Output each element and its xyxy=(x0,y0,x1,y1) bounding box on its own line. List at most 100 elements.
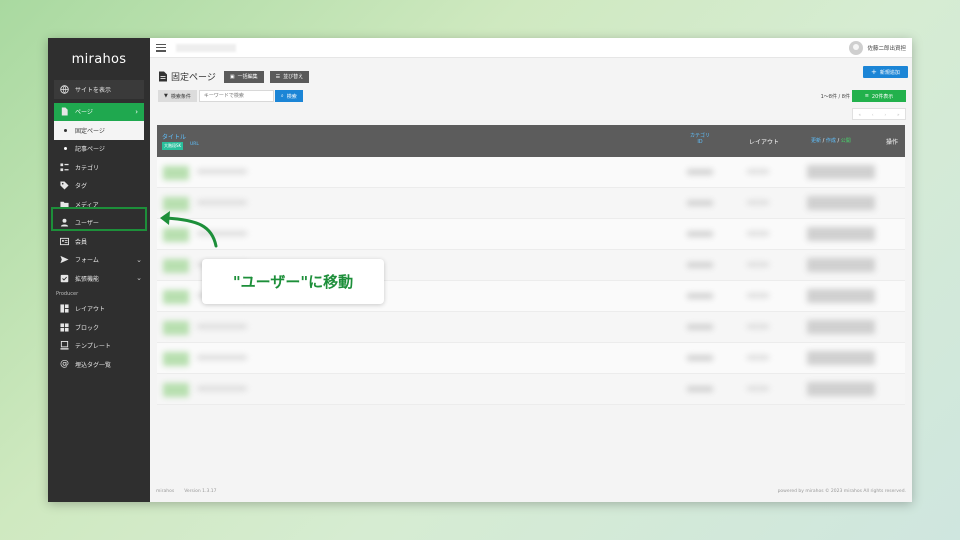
result-count: 1～8件 / 8件 xyxy=(820,94,850,100)
bullet-icon xyxy=(64,128,67,132)
search-button[interactable]: ⌕ 検索 xyxy=(274,90,303,102)
extension-icon xyxy=(60,274,69,283)
pager-last[interactable]: » xyxy=(897,112,899,117)
search-input[interactable] xyxy=(198,90,274,102)
cell-lay-blurred xyxy=(747,169,769,174)
logo-text: mirahos xyxy=(71,51,127,67)
cell-thumb-blurred xyxy=(163,352,189,366)
chevron-down-icon: ⌄ xyxy=(136,255,142,264)
sidebar-item-extension[interactable]: 拡張機能 ⌄ xyxy=(48,269,150,288)
send-icon xyxy=(60,255,69,264)
layout-icon xyxy=(60,304,69,313)
sidebar-item-layout[interactable]: レイアウト xyxy=(48,300,150,319)
add-new-button[interactable]: + 新規追加 xyxy=(863,66,908,78)
col-updated: 更新 xyxy=(811,138,822,144)
sidebar-item-label: 記事ページ xyxy=(75,146,105,154)
page-title: 固定ページ xyxy=(171,73,216,83)
col-ops: 操作 xyxy=(886,139,899,146)
bulk-edit-label: 一括編集 xyxy=(237,74,258,80)
logo[interactable]: mirahos xyxy=(48,38,150,80)
sidebar-item-label: 拡張機能 xyxy=(75,275,100,283)
table-row[interactable] xyxy=(157,374,905,405)
per-page-button[interactable]: ≡ 20件表示 xyxy=(852,90,906,102)
sidebar-section-producer: Producer xyxy=(56,290,79,297)
annotation-arrow xyxy=(160,211,218,248)
cell-lay-blurred xyxy=(747,355,769,360)
sidebar-item-label: テンプレート xyxy=(75,343,111,351)
edit-icon: ▣ xyxy=(229,73,235,80)
cell-date-blurred xyxy=(807,258,875,272)
col-dates[interactable]: 更新 / 作成 / 公開 xyxy=(811,137,851,144)
hamburger-menu-icon[interactable] xyxy=(156,43,166,52)
col-url[interactable]: URL xyxy=(190,142,199,147)
add-new-label: 新規追加 xyxy=(879,69,900,76)
cell-date-blurred xyxy=(807,351,875,365)
sidebar-item-article-page[interactable]: 記事ページ xyxy=(48,140,150,159)
sidebar-item-view-site[interactable]: サイトを表示 xyxy=(54,80,144,99)
sidebar-item-category[interactable]: カテゴリ xyxy=(48,158,150,177)
sidebar-item-embed-tags[interactable]: @ 埋込タグ一覧 xyxy=(48,355,150,374)
cell-cat-blurred xyxy=(687,386,713,392)
user-menu[interactable]: 佐藤二郎出資担 xyxy=(849,40,906,55)
member-card-icon xyxy=(60,237,69,246)
col-title[interactable]: タイトル xyxy=(162,132,186,141)
cell-date-blurred xyxy=(807,382,875,396)
chevron-right-icon: › xyxy=(135,107,138,116)
annotation-callout: "ユーザー"に移動 xyxy=(202,259,384,304)
cell-cat-blurred xyxy=(687,200,713,206)
sidebar-item-tag[interactable]: タグ xyxy=(48,177,150,196)
footer-version: Version 1.3.17 xyxy=(184,489,217,494)
table-row[interactable] xyxy=(157,219,905,250)
table-row[interactable] xyxy=(157,188,905,219)
sidebar-item-label: ページ xyxy=(75,109,93,117)
sidebar-item-template[interactable]: テンプレート xyxy=(48,337,150,356)
cell-date-blurred xyxy=(807,227,875,241)
bullet-icon xyxy=(64,147,67,151)
sidebar-item-block[interactable]: ブロック xyxy=(48,318,150,337)
cell-cat-blurred xyxy=(687,169,713,175)
status-badge: 大階段SK xyxy=(162,142,184,150)
pager-prev[interactable]: ‹ xyxy=(872,112,874,117)
col-category[interactable]: カテゴリ ID xyxy=(685,132,715,145)
reorder-button[interactable]: ☰ 並び替え xyxy=(269,70,310,83)
filter-bar: ▼検索条件 ⌕検索 xyxy=(158,90,303,102)
cell-date-blurred xyxy=(807,320,875,334)
globe-icon xyxy=(60,85,69,94)
cell-date-blurred xyxy=(807,289,875,303)
sidebar: mirahos サイトを表示 ページ › 固定ページ 記事ページ カテゴリ タグ… xyxy=(48,38,150,502)
cell-title-blurred xyxy=(197,169,247,174)
search-icon: ⌕ xyxy=(280,93,284,99)
sidebar-item-form[interactable]: フォーム ⌄ xyxy=(48,251,150,270)
chevron-down-icon: ⌄ xyxy=(136,274,142,283)
cell-date-blurred xyxy=(807,196,875,210)
at-icon: @ xyxy=(60,359,69,370)
tag-icon xyxy=(60,181,69,190)
pager-first[interactable]: « xyxy=(858,112,860,117)
list-icon: ☰ xyxy=(275,73,281,80)
table-row[interactable] xyxy=(157,343,905,374)
bulk-edit-button[interactable]: ▣ 一括編集 xyxy=(223,70,264,83)
highlight-box-user xyxy=(51,207,147,231)
cell-date-blurred xyxy=(807,165,875,179)
cell-thumb-blurred xyxy=(163,259,189,273)
cell-thumb-blurred xyxy=(163,383,189,397)
col-published: 公開 xyxy=(840,138,851,144)
pager-next[interactable]: › xyxy=(884,112,886,117)
sidebar-item-label: 会員 xyxy=(75,238,88,246)
sidebar-item-member[interactable]: 会員 xyxy=(48,232,150,251)
table-row[interactable] xyxy=(157,312,905,343)
cell-title-blurred xyxy=(197,324,247,329)
cell-lay-blurred xyxy=(747,231,769,236)
col-category-id: ID xyxy=(697,139,703,145)
cell-cat-blurred xyxy=(687,293,713,299)
sidebar-item-fixed-page[interactable]: 固定ページ xyxy=(54,121,144,140)
table-row[interactable] xyxy=(157,157,905,188)
cell-thumb-blurred xyxy=(163,321,189,335)
cell-title-blurred xyxy=(197,355,247,360)
user-name: 佐藤二郎出資担 xyxy=(867,45,906,52)
search-conditions-button[interactable]: ▼ 検索条件 xyxy=(158,90,197,102)
sidebar-item-label: フォーム xyxy=(75,257,99,265)
per-page-label: 20件表示 xyxy=(871,93,894,100)
search-conditions-label: 検索条件 xyxy=(170,93,191,100)
sidebar-item-page[interactable]: ページ › xyxy=(54,102,144,121)
